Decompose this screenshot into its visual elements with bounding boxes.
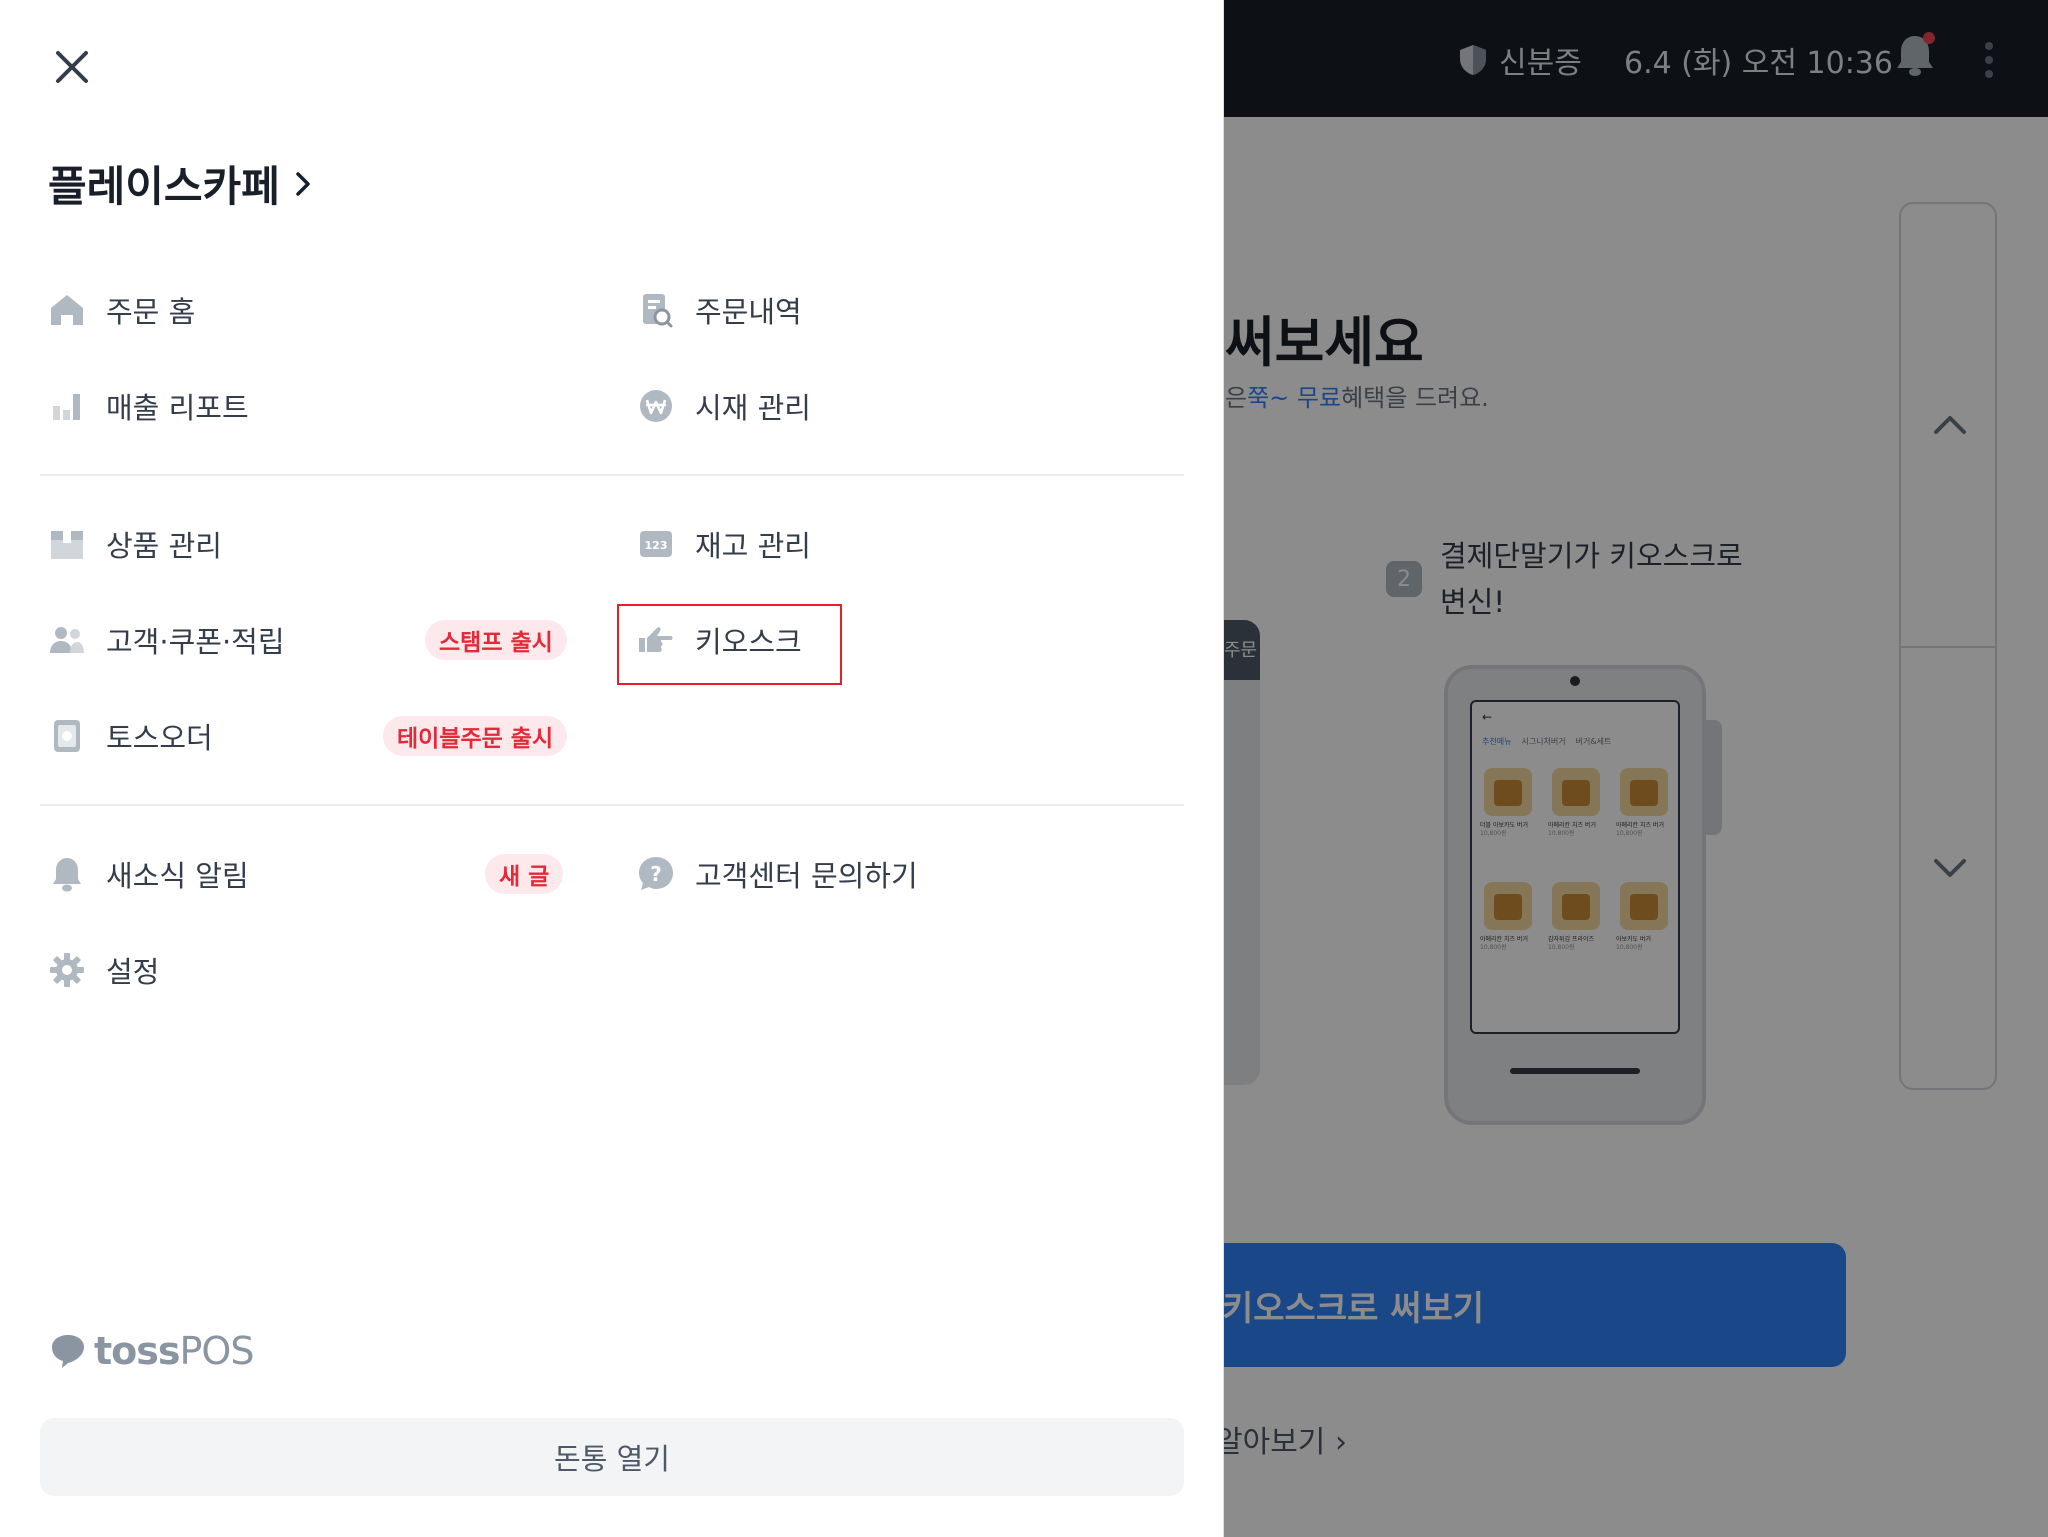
menu-customer-support[interactable]: ? 고객센터 문의하기 bbox=[637, 848, 918, 900]
close-button[interactable] bbox=[50, 45, 94, 89]
table-order-launch-badge: 테이블주문 출시 bbox=[383, 716, 568, 756]
menu-label: 설정 bbox=[106, 955, 160, 989]
menu-label: 토스오더 bbox=[106, 721, 213, 755]
logo-product: POS bbox=[179, 1329, 255, 1373]
bar-chart-icon bbox=[48, 387, 86, 425]
menu-label: 상품 관리 bbox=[106, 529, 222, 563]
close-icon bbox=[54, 49, 90, 85]
menu-settings[interactable]: 설정 bbox=[48, 944, 159, 996]
svg-text:?: ? bbox=[650, 862, 662, 886]
side-drawer: 플레이스카페 주문 홈 주문내역 매출 리포트 시재 관리 상품 관리 123 … bbox=[0, 0, 1224, 1537]
tablet-icon bbox=[48, 717, 86, 755]
open-cash-drawer-button[interactable]: 돈통 열기 bbox=[40, 1418, 1184, 1496]
menu-sales-report[interactable]: 매출 리포트 bbox=[48, 380, 249, 432]
users-icon bbox=[48, 621, 86, 659]
logo-brand: toss bbox=[94, 1329, 181, 1373]
menu-divider bbox=[40, 804, 1184, 806]
home-icon bbox=[48, 291, 86, 329]
menu-label: 주문내역 bbox=[695, 295, 802, 329]
receipt-search-icon bbox=[637, 291, 675, 329]
menu-product-management[interactable]: 상품 관리 bbox=[48, 518, 222, 570]
menu-label: 재고 관리 bbox=[695, 529, 811, 563]
box-icon bbox=[48, 525, 86, 563]
menu-customer-coupon-points[interactable]: 고객·쿠폰·적립 bbox=[48, 614, 285, 666]
menu-label: 시재 관리 bbox=[695, 391, 811, 425]
menu-label: 새소식 알림 bbox=[106, 859, 249, 893]
menu-label: 고객센터 문의하기 bbox=[695, 859, 918, 893]
toss-logo-icon bbox=[48, 1333, 88, 1369]
menu-label: 고객·쿠폰·적립 bbox=[106, 625, 285, 659]
gear-icon bbox=[48, 951, 86, 989]
menu-cash-management[interactable]: 시재 관리 bbox=[637, 380, 811, 432]
store-selector[interactable]: 플레이스카페 bbox=[48, 153, 312, 214]
menu-label: 매출 리포트 bbox=[106, 391, 249, 425]
stamp-launch-badge: 스탬프 출시 bbox=[425, 620, 567, 660]
menu-news-notifications[interactable]: 새소식 알림 bbox=[48, 848, 249, 900]
menu-toss-order[interactable]: 토스오더 bbox=[48, 710, 213, 762]
bell-icon bbox=[48, 855, 86, 893]
help-question-icon: ? bbox=[637, 855, 675, 893]
new-post-badge: 새 글 bbox=[485, 854, 564, 894]
menu-order-history[interactable]: 주문내역 bbox=[637, 284, 802, 336]
selection-highlight-box bbox=[617, 604, 842, 685]
menu-stock-management[interactable]: 123 재고 관리 bbox=[637, 518, 811, 570]
menu-order-home[interactable]: 주문 홈 bbox=[48, 284, 195, 336]
menu-label: 주문 홈 bbox=[106, 295, 196, 329]
number-badge-icon: 123 bbox=[637, 525, 675, 563]
svg-text:123: 123 bbox=[645, 539, 668, 552]
menu-divider bbox=[40, 474, 1184, 476]
store-name: 플레이스카페 bbox=[48, 162, 280, 211]
chevron-right-icon bbox=[294, 170, 312, 198]
toss-pos-logo: tossPOS bbox=[48, 1328, 255, 1374]
won-coin-icon bbox=[637, 387, 675, 425]
